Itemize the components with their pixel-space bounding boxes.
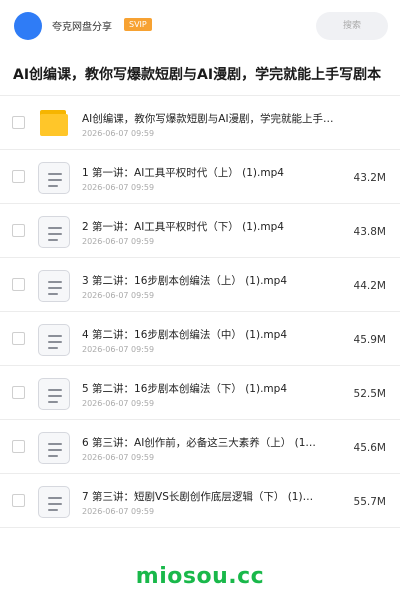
file-icon — [38, 324, 70, 356]
username: 夸克网盘分享 — [52, 22, 112, 33]
file-name[interactable]: 5 第二讲：16步剧本创编法（下） (1).mp4 — [82, 381, 344, 396]
list-item[interactable]: AI创编课，教你写爆款短剧与AI漫剧，学完就能上手… 2026-06-07 09:… — [0, 96, 400, 150]
list-item[interactable]: 2 第一讲：AI工具平权时代（下） (1).mp4 2026-06-07 09:5… — [0, 204, 400, 258]
file-date: 2026-06-07 09:59 — [82, 291, 155, 300]
row-checkbox[interactable] — [12, 332, 25, 345]
page-title: AI创编课，教你写爆款短剧与AI漫剧，学完就能上手写剧本 — [13, 67, 382, 83]
file-date: 2026-06-07 09:59 — [82, 399, 155, 408]
file-list: AI创编课，教你写爆款短剧与AI漫剧，学完就能上手… 2026-06-07 09:… — [0, 96, 400, 528]
file-icon — [38, 432, 70, 464]
file-size: 52.5M — [353, 388, 386, 400]
file-icon — [38, 162, 70, 194]
file-name[interactable]: 3 第二讲：16步剧本创编法（上） (1).mp4 — [82, 273, 344, 288]
file-name[interactable]: 6 第三讲：AI创作前，必备这三大素养（上） (1… — [82, 435, 344, 450]
file-size: 44.2M — [353, 280, 386, 292]
file-name[interactable]: 4 第二讲：16步剧本创编法（中） (1).mp4 — [82, 327, 344, 342]
avatar[interactable] — [14, 12, 42, 40]
header: 夸克网盘分享 SVIP 搜索 — [0, 0, 400, 54]
list-item[interactable]: 5 第二讲：16步剧本创编法（下） (1).mp4 2026-06-07 09:5… — [0, 366, 400, 420]
watermark: miosou.cc — [135, 564, 265, 589]
row-checkbox[interactable] — [12, 440, 25, 453]
file-date: 2026-06-07 09:59 — [82, 453, 155, 462]
list-item[interactable]: 4 第二讲：16步剧本创编法（中） (1).mp4 2026-06-07 09:5… — [0, 312, 400, 366]
file-icon — [38, 216, 70, 248]
file-date: 2026-06-07 09:59 — [82, 345, 155, 354]
file-date: 2026-06-07 09:59 — [82, 129, 155, 138]
file-date: 2026-06-07 09:59 — [82, 183, 155, 192]
file-size: 55.7M — [353, 496, 386, 508]
folder-icon — [38, 108, 70, 140]
file-icon — [38, 486, 70, 518]
file-date: 2026-06-07 09:59 — [82, 237, 155, 246]
file-date: 2026-06-07 09:59 — [82, 507, 155, 516]
file-icon — [38, 270, 70, 302]
list-item[interactable]: 1 第一讲：AI工具平权时代（上） (1).mp4 2026-06-07 09:5… — [0, 150, 400, 204]
row-checkbox[interactable] — [12, 170, 25, 183]
list-item[interactable]: 6 第三讲：AI创作前，必备这三大素养（上） (1… 2026-06-07 09:… — [0, 420, 400, 474]
file-size: 43.2M — [353, 172, 386, 184]
svip-badge: SVIP — [124, 18, 152, 31]
row-checkbox[interactable] — [12, 116, 25, 129]
row-checkbox[interactable] — [12, 278, 25, 291]
list-item[interactable]: 3 第二讲：16步剧本创编法（上） (1).mp4 2026-06-07 09:5… — [0, 258, 400, 312]
file-name[interactable]: 1 第一讲：AI工具平权时代（上） (1).mp4 — [82, 165, 344, 180]
search-input[interactable]: 搜索 — [316, 12, 388, 40]
row-checkbox[interactable] — [12, 386, 25, 399]
file-name[interactable]: 2 第一讲：AI工具平权时代（下） (1).mp4 — [82, 219, 344, 234]
file-name[interactable]: AI创编课，教你写爆款短剧与AI漫剧，学完就能上手… — [82, 111, 344, 126]
file-size: 45.9M — [353, 334, 386, 346]
file-name[interactable]: 7 第三讲：短剧VS长剧创作底层逻辑（下） (1)… — [82, 489, 344, 504]
list-item[interactable]: 7 第三讲：短剧VS长剧创作底层逻辑（下） (1)… 2026-06-07 09:… — [0, 474, 400, 528]
file-size: 45.6M — [353, 442, 386, 454]
file-icon — [38, 378, 70, 410]
file-size: 43.8M — [353, 226, 386, 238]
row-checkbox[interactable] — [12, 224, 25, 237]
row-checkbox[interactable] — [12, 494, 25, 507]
